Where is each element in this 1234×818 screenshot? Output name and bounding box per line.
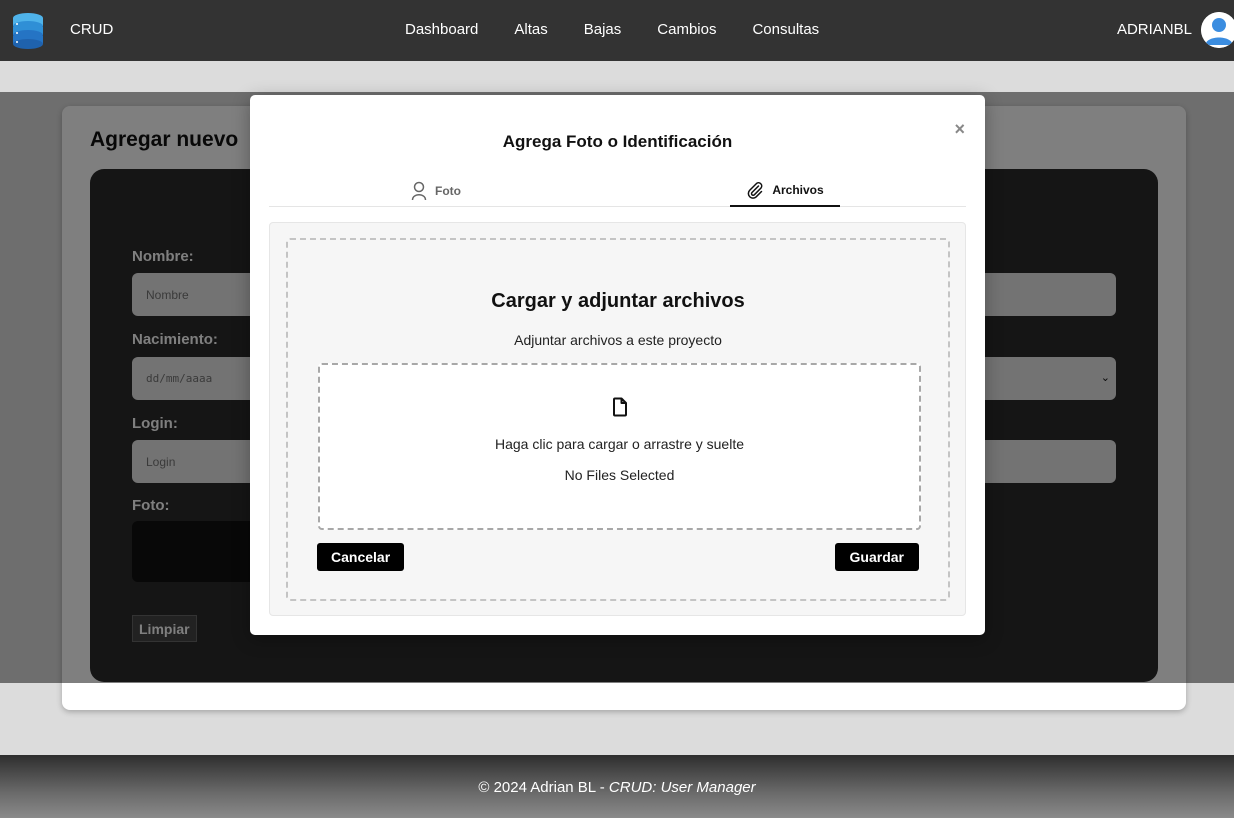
tab-foto[interactable]: Foto — [411, 175, 461, 207]
close-icon[interactable]: × — [954, 119, 965, 140]
dropzone-instructions: Haga clic para cargar o arrastre y suelt… — [495, 436, 744, 452]
cancel-button[interactable]: Cancelar — [317, 543, 405, 571]
tab-archivos-label: Archivos — [772, 183, 824, 197]
brand-name[interactable]: CRUD — [70, 21, 113, 38]
footer: © 2024 Adrian BL - CRUD: User Manager — [0, 755, 1234, 818]
file-icon — [613, 397, 627, 417]
upload-panel: Cargar y adjuntar archivos Adjuntar arch… — [269, 222, 966, 616]
nav-link-dashboard[interactable]: Dashboard — [405, 21, 478, 38]
username[interactable]: ADRIANBL — [1117, 21, 1192, 38]
footer-text: © 2024 Adrian BL - CRUD: User Manager — [0, 779, 1234, 796]
nav-link-consultas[interactable]: Consultas — [752, 21, 819, 38]
tab-archivos[interactable]: Archivos — [730, 175, 840, 207]
user-avatar-icon[interactable] — [1201, 12, 1234, 48]
upload-modal: Agrega Foto o Identificación × Foto Arch… — [250, 95, 985, 635]
user-icon — [411, 181, 427, 201]
modal-tabs: Foto Archivos — [269, 167, 966, 207]
nav-link-cambios[interactable]: Cambios — [657, 21, 716, 38]
upload-subtitle: Adjuntar archivos a este proyecto — [514, 332, 722, 348]
upload-title: Cargar y adjuntar archivos — [491, 290, 745, 312]
nav-links: Dashboard Altas Bajas Cambios Consultas — [405, 21, 855, 38]
top-navbar: CRUD Dashboard Altas Bajas Cambios Consu… — [0, 0, 1234, 61]
nav-link-altas[interactable]: Altas — [514, 21, 547, 38]
file-dropzone[interactable]: Haga clic para cargar o arrastre y suelt… — [318, 363, 921, 530]
save-button[interactable]: Guardar — [834, 543, 919, 571]
database-icon[interactable] — [12, 12, 44, 50]
footer-copyright: © 2024 Adrian BL - — [478, 779, 609, 796]
footer-app-name: CRUD: User Manager — [608, 779, 756, 796]
paperclip-icon — [747, 182, 763, 199]
tab-foto-label: Foto — [435, 184, 461, 198]
dropzone-status: No Files Selected — [564, 467, 675, 483]
modal-title: Agrega Foto o Identificación — [502, 132, 733, 151]
upload-area: Cargar y adjuntar archivos Adjuntar arch… — [286, 238, 950, 601]
nav-link-bajas[interactable]: Bajas — [584, 21, 622, 38]
